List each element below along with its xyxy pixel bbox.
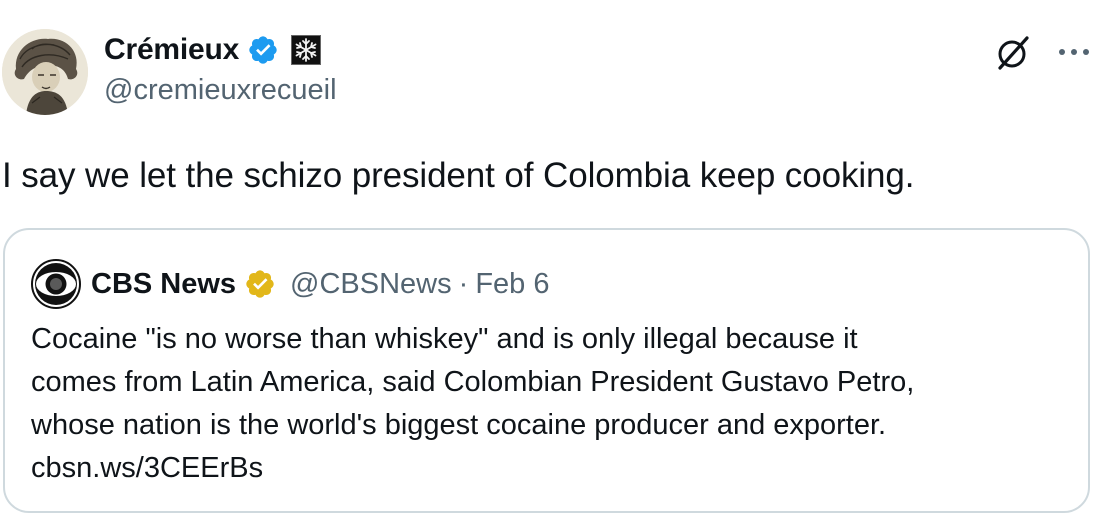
- author-display-name[interactable]: Crémieux: [104, 33, 239, 67]
- author-avatar[interactable]: [2, 29, 88, 115]
- grok-icon[interactable]: [994, 34, 1032, 72]
- quoted-tweet-card[interactable]: CBS News @CBSNews · Feb 6 Cocaine "is no…: [3, 228, 1090, 513]
- quoted-text-line: comes from Latin America, said Colombian…: [31, 366, 915, 398]
- author-handle[interactable]: @cremieuxrecueil: [104, 74, 337, 107]
- quoted-author-name[interactable]: CBS News: [91, 268, 236, 301]
- quoted-text-line: Cocaine "is no worse than whiskey" and i…: [31, 323, 858, 355]
- quoted-link[interactable]: cbsn.ws/3CEErBs: [31, 447, 914, 490]
- quoted-tweet-text: Cocaine "is no worse than whiskey" and i…: [31, 318, 914, 490]
- tweet-text: I say we let the schizo president of Col…: [2, 156, 915, 195]
- quoted-tweet-header: CBS News @CBSNews · Feb 6: [31, 259, 549, 309]
- quoted-text-line: whose nation is the world's biggest coca…: [31, 409, 887, 441]
- author-name-row: Crémieux: [104, 30, 322, 70]
- gold-verified-badge-icon[interactable]: [244, 268, 276, 300]
- snowflake-badge-icon[interactable]: [291, 35, 322, 65]
- tweet: Crémieux @cremieuxrecueil I say we let t…: [0, 0, 1100, 522]
- cbs-eye-logo-icon[interactable]: [31, 259, 81, 309]
- more-options-icon[interactable]: [1055, 40, 1095, 64]
- quoted-author-handle[interactable]: @CBSNews: [290, 268, 452, 301]
- quoted-tweet-date[interactable]: Feb 6: [475, 268, 549, 301]
- verified-badge-icon[interactable]: [247, 34, 279, 66]
- header-separator: ·: [458, 267, 469, 300]
